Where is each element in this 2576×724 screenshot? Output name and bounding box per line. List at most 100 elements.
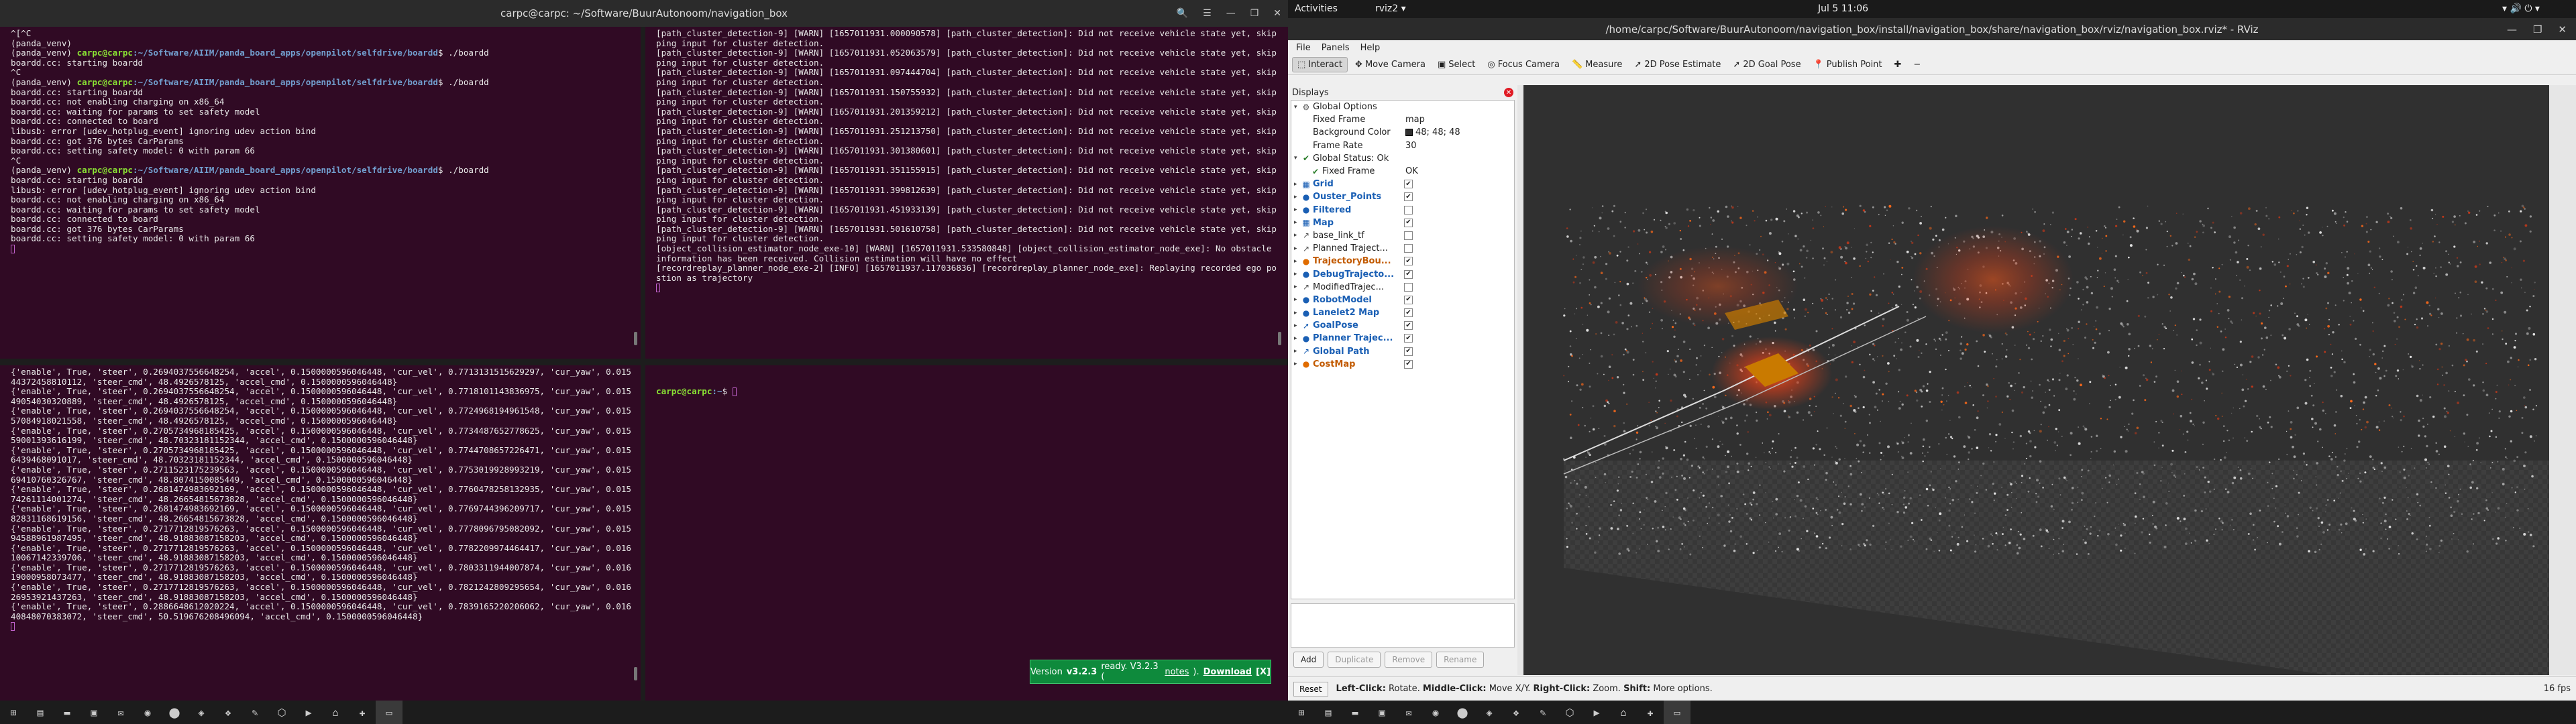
rename-button[interactable]: Rename [1436, 652, 1485, 668]
terminal-pane-top-left[interactable]: ^[^C (panda_venv) (panda_venv) carpc@carp… [0, 27, 641, 359]
taskbar-app-icon[interactable]: ⌂ [1610, 701, 1637, 724]
close-icon[interactable]: ✕ [2558, 23, 2567, 36]
taskbar-app-icon[interactable]: ◈ [188, 701, 215, 724]
scrollbar-top-left[interactable] [634, 332, 637, 345]
enable-checkbox[interactable] [1404, 244, 1413, 253]
tree-row-costmap[interactable]: ▸ ● CostMap ✔ [1291, 358, 1514, 371]
tree-row-base-link-tf[interactable]: ▸ ↗ base_link_tf [1291, 229, 1514, 242]
enable-checkbox[interactable]: ✔ [1404, 308, 1413, 318]
taskbar-app-icon[interactable]: ▤ [27, 701, 54, 724]
taskbar-app-icon[interactable]: ✎ [241, 701, 268, 724]
taskbar-app-icon[interactable]: ⊞ [1288, 701, 1315, 724]
expand-arrow-icon[interactable]: ▸ [1294, 245, 1301, 252]
tree-row-grid[interactable]: ▸ ▦ Grid ✔ [1291, 178, 1514, 190]
taskbar-app-icon[interactable]: ▤ [1315, 701, 1342, 724]
taskbar-app-icon[interactable]: ⬡ [1556, 701, 1583, 724]
taskbar-app-icon[interactable]: ⬤ [1449, 701, 1476, 724]
tree-value[interactable]: 48; 48; 48 [1405, 127, 1460, 137]
terminal-pane-bottom-left[interactable]: {'enable', True, 'steer', 0.269403755664… [0, 365, 641, 701]
tool-publish-point[interactable]: 📍 Publish Point [1809, 58, 1887, 72]
tree-row-map[interactable]: ▸ ▦ Map ✔ [1291, 217, 1514, 229]
taskbar-app-icon[interactable]: ▣ [1368, 701, 1395, 724]
duplicate-button[interactable]: Duplicate [1328, 652, 1381, 668]
search-icon[interactable]: 🔍 [1177, 8, 1188, 19]
tree-row-global-status-ok[interactable]: ▾ ✔ Global Status: Ok [1291, 152, 1514, 165]
panel-splitter[interactable] [1517, 85, 1523, 675]
tree-row-robotmodel[interactable]: ▸ ● RobotModel ✔ [1291, 294, 1514, 306]
terminal-pane-top-right[interactable]: [path_cluster_detection-9] [WARN] [16570… [645, 27, 1288, 359]
tree-value[interactable]: map [1405, 115, 1425, 125]
reset-button[interactable]: Reset [1293, 681, 1328, 697]
expand-arrow-icon[interactable]: ▸ [1294, 271, 1301, 278]
expand-arrow-icon[interactable]: ▸ [1294, 310, 1301, 316]
remove-button[interactable]: Remove [1385, 652, 1433, 668]
tree-row-goalpose[interactable]: ▸ ➚ GoalPose ✔ [1291, 319, 1514, 332]
tool-interact[interactable]: ⬚ Interact [1292, 57, 1348, 72]
expand-arrow-icon[interactable]: ▸ [1294, 348, 1301, 355]
close-icon[interactable]: ✕ [1273, 8, 1281, 19]
taskbar-app-icon[interactable]: ✉ [1395, 701, 1422, 724]
toast-close-button[interactable]: [X] [1256, 667, 1271, 677]
tool-select[interactable]: ▣ Select [1433, 58, 1480, 72]
taskbar-app-icon[interactable]: ❖ [1503, 701, 1529, 724]
taskbar-app-icon[interactable]: ⬡ [268, 701, 295, 724]
maximize-icon[interactable]: ❐ [2533, 23, 2542, 36]
enable-checkbox[interactable] [1404, 282, 1413, 292]
enable-checkbox[interactable]: ✔ [1404, 295, 1413, 304]
tree-row-modifiedtrajec-[interactable]: ▸ ↗ ModifiedTrajec... [1291, 281, 1514, 294]
scrollbar-top-right[interactable] [1278, 332, 1281, 345]
enable-checkbox[interactable]: ✔ [1404, 180, 1413, 189]
expand-arrow-icon[interactable]: ▸ [1294, 232, 1301, 239]
app-menu[interactable]: rviz2 ▾ [1375, 3, 1406, 14]
enable-checkbox[interactable]: ✔ [1404, 347, 1413, 356]
terminal-titlebar[interactable]: carpc@carpc: ~/Software/BuurAutonoom/nav… [0, 0, 1288, 27]
taskbar-app-icon[interactable]: ⊞ [0, 701, 27, 724]
menu-panels[interactable]: Panels [1318, 42, 1354, 54]
enable-checkbox[interactable] [1404, 231, 1413, 240]
tool-2d-goal-pose[interactable]: ➚ 2D Goal Pose [1728, 58, 1805, 72]
system-indicators[interactable]: ▾ 🔊 ⏻ ▾ [2502, 3, 2540, 14]
taskbar-app-icon[interactable]: ▣ [80, 701, 107, 724]
taskbar-app-icon[interactable]: ▶ [295, 701, 322, 724]
taskbar-app-icon[interactable]: ▭ [1664, 701, 1690, 724]
tree-row-ouster-points[interactable]: ▸ ● Ouster_Points ✔ [1291, 190, 1514, 203]
displays-tree[interactable]: ▾ ⚙ Global Options Fixed Frame map Background… [1291, 100, 1515, 599]
tool-extra-8[interactable]: ✚ [1890, 58, 1907, 72]
3d-viewport[interactable] [1523, 85, 2549, 675]
expand-arrow-icon[interactable]: ▸ [1294, 258, 1301, 265]
tree-row-global-path[interactable]: ▸ ↗ Global Path ✔ [1291, 345, 1514, 358]
tree-row-planner-trajec-[interactable]: ▸ ● Planner Trajec... ✔ [1291, 332, 1514, 345]
tree-row-planned-traject-[interactable]: ▸ ↗ Planned Traject... [1291, 242, 1514, 255]
maximize-icon[interactable]: ❐ [1250, 8, 1259, 19]
tool-2d-pose-estimate[interactable]: ➚ 2D Pose Estimate [1629, 58, 1725, 72]
pane-divider-horizontal[interactable] [0, 359, 1288, 365]
tree-row-background-color[interactable]: Background Color 48; 48; 48 [1291, 126, 1514, 139]
expand-arrow-icon[interactable]: ▾ [1294, 104, 1301, 111]
taskbar-app-icon[interactable]: ✚ [1637, 701, 1664, 724]
enable-checkbox[interactable]: ✔ [1404, 334, 1413, 343]
add-button[interactable]: Add [1293, 652, 1324, 668]
tree-row-fixed-frame[interactable]: ✔ Fixed Frame OK [1291, 165, 1514, 178]
taskbar-app-icon[interactable]: ▬ [1342, 701, 1368, 724]
tree-row-filtered[interactable]: ▸ ● Filtered [1291, 204, 1514, 217]
expand-arrow-icon[interactable]: ▸ [1294, 296, 1301, 303]
activities-button[interactable]: Activities [1295, 3, 1338, 14]
taskbar-app-icon[interactable]: ▭ [376, 701, 402, 724]
taskbar-app-icon[interactable]: ◈ [1476, 701, 1503, 724]
taskbar-app-icon[interactable]: ▶ [1583, 701, 1610, 724]
enable-checkbox[interactable]: ✔ [1404, 257, 1413, 266]
minimize-icon[interactable]: — [1226, 8, 1236, 19]
enable-checkbox[interactable]: ✔ [1404, 359, 1413, 369]
tree-row-fixed-frame[interactable]: Fixed Frame map [1291, 113, 1514, 126]
taskbar-app-icon[interactable]: ✉ [107, 701, 134, 724]
tool-extra-9[interactable]: − [1909, 58, 1925, 72]
tree-value[interactable]: 30 [1405, 141, 1417, 151]
expand-arrow-icon[interactable]: ▾ [1294, 155, 1301, 162]
taskbar-app-icon[interactable]: ❖ [215, 701, 241, 724]
toast-download-link[interactable]: Download [1203, 667, 1252, 677]
taskbar-app-icon[interactable]: ◉ [1422, 701, 1449, 724]
tree-row-debugtrajecto-[interactable]: ▸ ● DebugTrajecto... ✔ [1291, 267, 1514, 280]
tree-row-frame-rate[interactable]: Frame Rate 30 [1291, 139, 1514, 152]
expand-arrow-icon[interactable]: ▸ [1294, 206, 1301, 213]
taskbar-app-icon[interactable]: ◉ [134, 701, 161, 724]
